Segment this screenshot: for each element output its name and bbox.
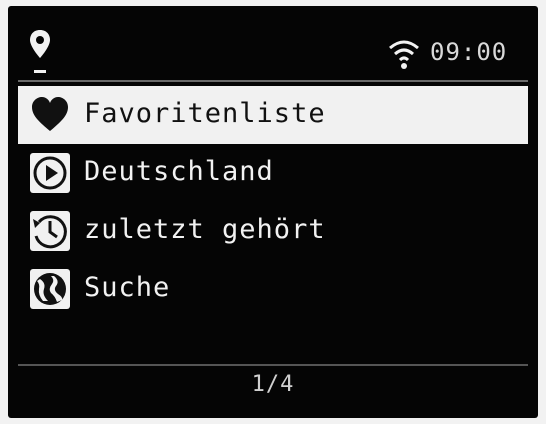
history-clock-icon (30, 211, 70, 251)
wifi-icon (389, 40, 419, 69)
heart-icon (32, 97, 68, 131)
menu-item-label: Favoritenliste (84, 98, 326, 129)
page-indicator: 1/4 (251, 372, 295, 397)
location-pin-icon (30, 30, 50, 73)
menu-list: Favoritenliste Deutschland zuletzt gehör… (18, 86, 528, 318)
menu-item-label: Suche (84, 272, 171, 303)
device-screen: 09:00 Favoritenliste Deutschland zuletzt… (8, 6, 538, 418)
divider-top (18, 80, 528, 82)
divider-bottom (18, 364, 528, 366)
menu-item-zuletzt-gehoert[interactable]: zuletzt gehört (18, 202, 528, 260)
menu-item-label: zuletzt gehört (84, 214, 326, 245)
play-icon (30, 153, 70, 193)
menu-item-favoritenliste[interactable]: Favoritenliste (18, 86, 528, 144)
menu-item-label: Deutschland (84, 156, 274, 187)
clock-time: 09:00 (430, 38, 508, 66)
status-bar: 09:00 (8, 6, 538, 84)
globe-icon (30, 269, 70, 309)
menu-item-deutschland[interactable]: Deutschland (18, 144, 528, 202)
menu-item-suche[interactable]: Suche (18, 260, 528, 318)
